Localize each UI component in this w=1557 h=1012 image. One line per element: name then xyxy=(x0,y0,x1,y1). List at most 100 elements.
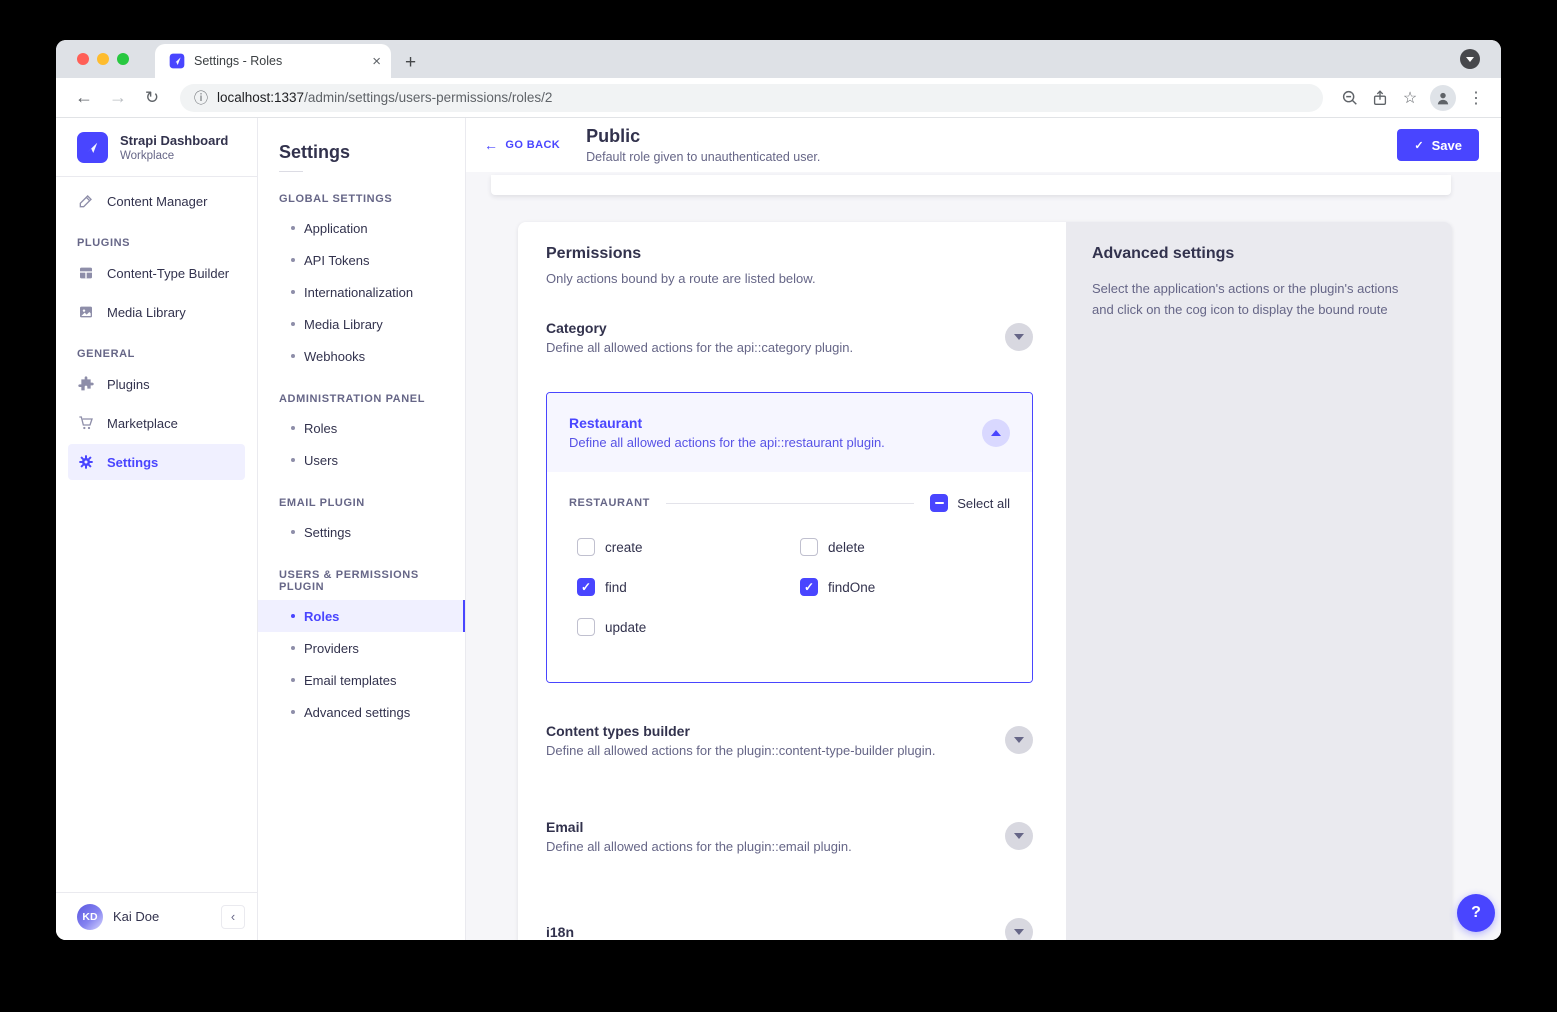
subnav-item-admin-users[interactable]: Users xyxy=(258,444,465,476)
subnav-section-administration-panel: ADMINISTRATION PANEL xyxy=(279,393,444,405)
bullet-icon xyxy=(291,258,295,262)
go-back-link[interactable]: ← GO BACK xyxy=(484,137,560,153)
bookmark-star-icon[interactable]: ☆ xyxy=(1395,88,1425,108)
main-sidebar: Strapi Dashboard Workplace Content Manag… xyxy=(56,118,258,940)
permission-findone[interactable]: ✓ findOne xyxy=(800,578,1010,596)
checkbox[interactable]: ✓ xyxy=(800,578,818,596)
forward-button[interactable]: → xyxy=(104,87,132,108)
picture-icon xyxy=(77,304,94,321)
accordion-title: Email xyxy=(546,819,1005,835)
sidebar-item-label: Marketplace xyxy=(107,416,178,431)
help-button[interactable]: ? xyxy=(1457,894,1495,932)
accordion-category[interactable]: Category Define all allowed actions for … xyxy=(546,310,1033,364)
profile-avatar[interactable] xyxy=(1430,85,1456,111)
browser-menu-icon[interactable]: ⋮ xyxy=(1461,88,1491,108)
expand-button[interactable] xyxy=(1005,918,1033,940)
checkbox-label: delete xyxy=(828,540,865,555)
sidebar-item-marketplace[interactable]: Marketplace xyxy=(68,405,245,441)
group-label: RESTAURANT xyxy=(569,497,650,509)
sidebar-item-plugins[interactable]: Plugins xyxy=(68,366,245,402)
tab-search-button[interactable] xyxy=(1460,49,1480,69)
checkbox[interactable]: ✓ xyxy=(577,618,595,636)
divider xyxy=(279,171,303,172)
sidebar-section-plugins: PLUGINS xyxy=(77,237,236,249)
select-all-checkbox[interactable] xyxy=(930,494,948,512)
scroll-area[interactable]: Permissions Only actions bound by a rout… xyxy=(466,172,1501,940)
checkbox[interactable]: ✓ xyxy=(577,538,595,556)
checkbox[interactable]: ✓ xyxy=(800,538,818,556)
check-icon: ✓ xyxy=(581,581,591,593)
minimize-window-button[interactable] xyxy=(97,53,109,65)
site-info-icon[interactable]: ⓘ xyxy=(194,91,208,105)
accordion-content-types-builder[interactable]: Content types builder Define all allowed… xyxy=(546,713,1033,767)
subnav-item-api-tokens[interactable]: API Tokens xyxy=(258,244,465,276)
sidebar-item-content-type-builder[interactable]: Content-Type Builder xyxy=(68,255,245,291)
subnav-item-label: Webhooks xyxy=(304,349,365,364)
subnav-item-advanced-settings[interactable]: Advanced settings xyxy=(258,696,465,728)
browser-tab[interactable]: Settings - Roles × xyxy=(155,44,391,78)
permission-update[interactable]: ✓ update xyxy=(577,618,800,636)
check-icon: ✓ xyxy=(1414,139,1423,152)
subnav-item-label: Roles xyxy=(304,609,339,624)
subnav-item-providers[interactable]: Providers xyxy=(258,632,465,664)
accordion-restaurant: Restaurant Define all allowed actions fo… xyxy=(546,392,1033,683)
reload-button[interactable]: ↻ xyxy=(138,88,166,108)
settings-subnav: Settings GLOBAL SETTINGS Application API… xyxy=(258,118,466,940)
bullet-icon xyxy=(291,458,295,462)
sidebar-item-content-manager[interactable]: Content Manager xyxy=(68,183,245,219)
bullet-icon xyxy=(291,646,295,650)
checkbox[interactable]: ✓ xyxy=(577,578,595,596)
collapse-button[interactable] xyxy=(982,419,1010,447)
collapse-sidebar-button[interactable]: ‹ xyxy=(221,905,245,929)
bullet-icon xyxy=(291,530,295,534)
expand-button[interactable] xyxy=(1005,323,1033,351)
subnav-item-label: Email templates xyxy=(304,673,396,688)
permissions-checkbox-grid: ✓ create ✓ delete ✓ xyxy=(577,538,1010,636)
subnav-item-label: Internationalization xyxy=(304,285,413,300)
subnav-item-application[interactable]: Application xyxy=(258,212,465,244)
sidebar-item-label: Settings xyxy=(107,455,158,470)
subnav-item-admin-roles[interactable]: Roles xyxy=(258,412,465,444)
subnav-item-media-library[interactable]: Media Library xyxy=(258,308,465,340)
accordion-description: Define all allowed actions for the plugi… xyxy=(546,743,1005,758)
close-window-button[interactable] xyxy=(77,53,89,65)
expand-button[interactable] xyxy=(1005,726,1033,754)
chevron-down-icon xyxy=(1014,833,1024,839)
sidebar-item-settings[interactable]: Settings xyxy=(68,444,245,480)
workspace-switcher[interactable]: Strapi Dashboard Workplace xyxy=(56,118,257,176)
user-avatar[interactable]: KD xyxy=(77,904,103,930)
select-all-control[interactable]: Select all xyxy=(930,494,1010,512)
save-button[interactable]: ✓ Save xyxy=(1397,129,1479,161)
subnav-item-internationalization[interactable]: Internationalization xyxy=(258,276,465,308)
subnav-item-email-settings[interactable]: Settings xyxy=(258,516,465,548)
share-icon[interactable] xyxy=(1365,89,1395,107)
subnav-item-up-roles[interactable]: Roles xyxy=(258,600,465,632)
fullscreen-window-button[interactable] xyxy=(117,53,129,65)
checkbox-label: update xyxy=(605,620,646,635)
permission-delete[interactable]: ✓ delete xyxy=(800,538,1010,556)
permission-find[interactable]: ✓ find xyxy=(577,578,800,596)
subnav-item-webhooks[interactable]: Webhooks xyxy=(258,340,465,372)
brand-workspace: Workplace xyxy=(120,150,228,162)
permissions-title: Permissions xyxy=(546,245,1033,263)
zoom-page-icon[interactable] xyxy=(1335,89,1365,107)
chevron-down-icon xyxy=(1014,334,1024,340)
tab-strip: Settings - Roles × + xyxy=(56,40,1501,78)
gear-icon xyxy=(77,454,94,471)
permission-create[interactable]: ✓ create xyxy=(577,538,800,556)
sidebar-item-media-library[interactable]: Media Library xyxy=(68,294,245,330)
accordion-restaurant-header[interactable]: Restaurant Define all allowed actions fo… xyxy=(547,393,1032,472)
subnav-item-email-templates[interactable]: Email templates xyxy=(258,664,465,696)
subnav-title: Settings xyxy=(258,118,465,169)
accordion-email[interactable]: Email Define all allowed actions for the… xyxy=(546,809,1033,863)
tab-close-icon[interactable]: × xyxy=(372,54,381,69)
accordion-i18n[interactable]: i18n xyxy=(546,905,1033,940)
new-tab-button[interactable]: + xyxy=(405,53,416,72)
restaurant-permissions-body: RESTAURANT Select all xyxy=(547,472,1032,682)
back-button[interactable]: ← xyxy=(70,87,98,108)
user-name: Kai Doe xyxy=(113,909,211,924)
strapi-favicon-icon xyxy=(169,53,185,69)
address-bar[interactable]: ⓘ localhost:1337/admin/settings/users-pe… xyxy=(180,84,1323,112)
brand-name: Strapi Dashboard xyxy=(120,133,228,149)
expand-button[interactable] xyxy=(1005,822,1033,850)
